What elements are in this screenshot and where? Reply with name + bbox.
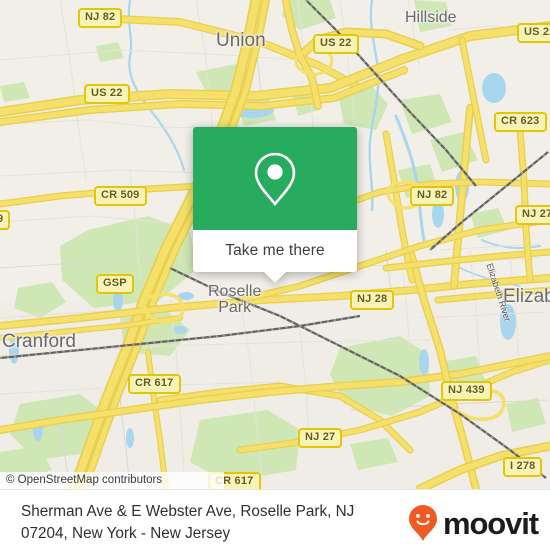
route-shield-9: 9 (0, 210, 11, 230)
map-label-cranford: Cranford (2, 331, 76, 352)
destination-popup[interactable]: Take me there (193, 127, 357, 283)
map-label-roselle-park: Roselle Park (208, 284, 261, 316)
route-shield-nj-82-e: NJ 82 (410, 186, 455, 206)
route-shield-cr-509: CR 509 (94, 186, 147, 206)
map-label-roselle-park-line1: Roselle (208, 283, 262, 300)
location-title: Sherman Ave & E Webster Ave, Roselle Par… (21, 503, 355, 542)
route-shield-nj-27: NJ 27 (298, 428, 343, 448)
route-shield-nj-82: NJ 82 (78, 8, 123, 28)
take-me-there-label: Take me there (225, 242, 325, 259)
map-pin-icon (254, 152, 296, 206)
screenshot-root: .rd { stroke:#f4e06a; fill:none; stroke-… (0, 0, 550, 550)
popup-tail (264, 272, 286, 283)
route-shield-us-22: US 22 (313, 34, 359, 54)
route-shield-us-22-w: US 22 (84, 84, 130, 104)
osm-attribution[interactable]: © OpenStreetMap contributors (0, 472, 224, 489)
route-shield-nj-27-e: NJ 27 (515, 205, 550, 225)
route-shield-gsp: GSP (96, 274, 134, 294)
map-label-roselle-park-line2: Park (218, 299, 252, 316)
route-shield-nj-28: NJ 28 (350, 290, 395, 310)
route-shield-cr-617: CR 617 (128, 374, 181, 394)
moovit-logo[interactable]: moovit (408, 504, 539, 542)
moovit-wordmark: moovit (442, 505, 539, 541)
map-canvas[interactable]: .rd { stroke:#f4e06a; fill:none; stroke-… (0, 0, 550, 489)
route-shield-i-278: I 278 (503, 457, 543, 477)
moovit-pin-smiley-icon (408, 505, 437, 541)
map-label-hillside: Hillside (405, 9, 457, 26)
popup-icon-area (193, 127, 357, 230)
map-label-union: Union (216, 30, 266, 51)
footer-bar: Sherman Ave & E Webster Ave, Roselle Par… (0, 489, 550, 550)
route-shield-us-22-e: US 22 (517, 23, 550, 43)
take-me-there-button[interactable]: Take me there (193, 230, 357, 283)
route-shield-nj-439: NJ 439 (441, 381, 492, 401)
map-label-elizabeth: Elizab (503, 286, 550, 307)
route-shield-cr-623: CR 623 (494, 112, 547, 132)
